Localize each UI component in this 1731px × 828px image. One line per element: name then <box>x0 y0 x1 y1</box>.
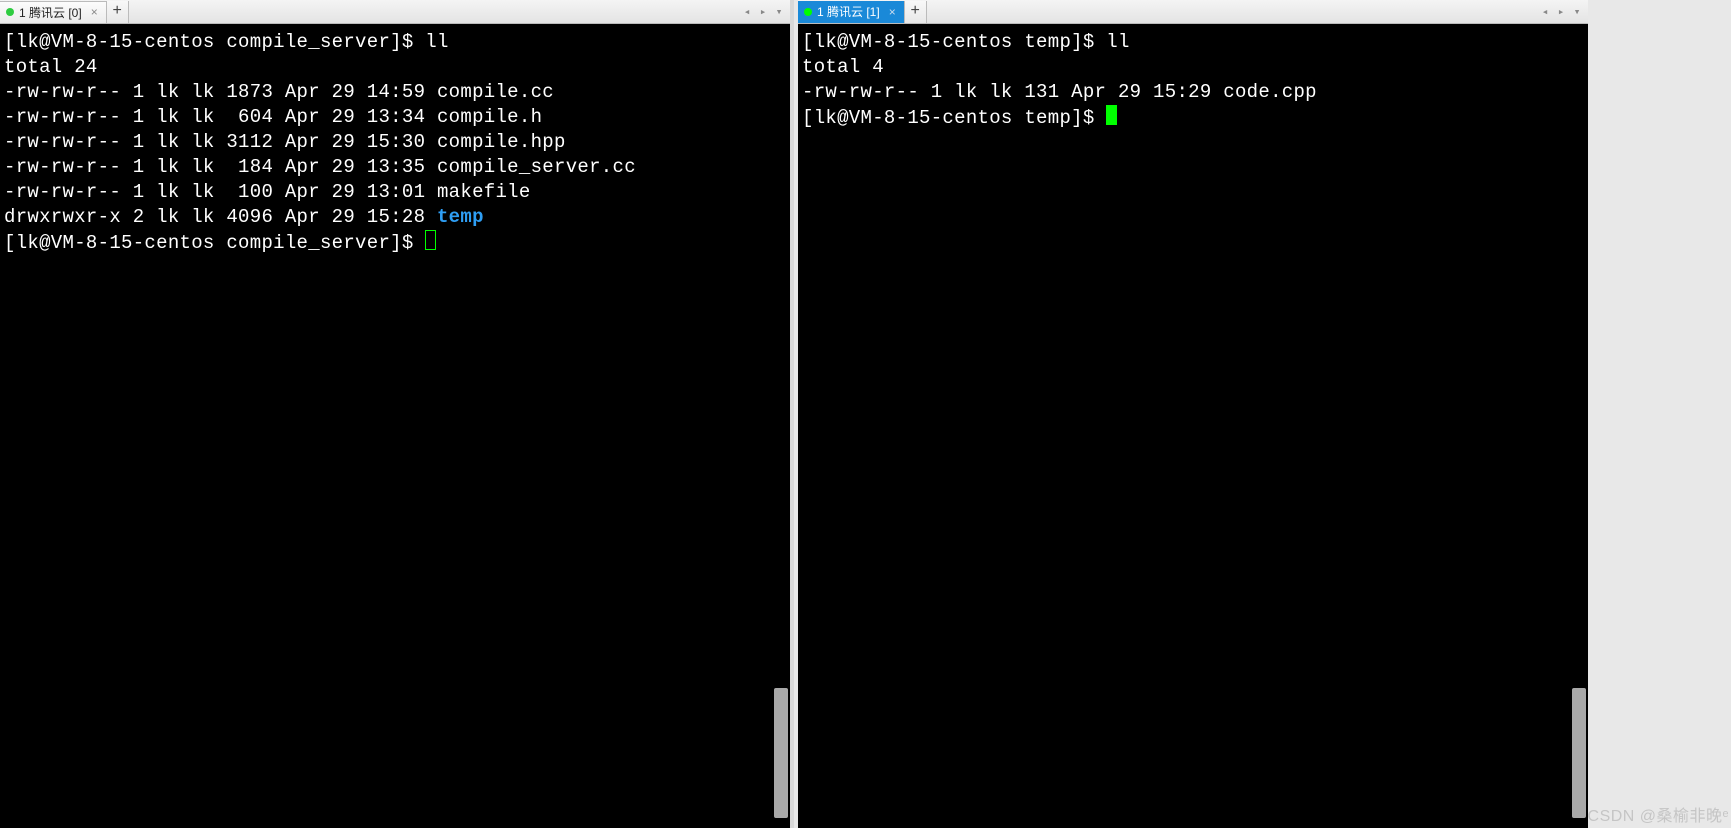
tab-menu-icon[interactable]: ▾ <box>772 5 786 19</box>
status-dot-icon <box>804 8 812 16</box>
terminal-line: total 24 <box>4 55 786 80</box>
terminal-text: [lk@VM-8-15-centos temp]$ <box>802 107 1106 129</box>
terminal-line: -rw-rw-r-- 1 lk lk 604 Apr 29 13:34 comp… <box>4 105 786 130</box>
tab-bar-right: 1 腾讯云 [1] × + ◂ ▸ ▾ <box>798 0 1588 24</box>
cursor-icon <box>1106 105 1117 125</box>
pane-splitter[interactable] <box>790 0 794 828</box>
close-icon[interactable]: × <box>889 5 896 19</box>
left-pane: 1 腾讯云 [0] × + ◂ ▸ ▾ [lk@VM-8-15-centos c… <box>0 0 790 828</box>
tab-menu-icon[interactable]: ▾ <box>1570 5 1584 19</box>
terminal-left[interactable]: [lk@VM-8-15-centos compile_server]$ ll to… <box>0 24 790 828</box>
terminal-text: [lk@VM-8-15-centos temp]$ ll <box>802 31 1130 53</box>
terminal-text: [lk@VM-8-15-centos compile_server]$ ll <box>4 31 449 53</box>
tab-nav-controls: ◂ ▸ ▾ <box>740 5 790 19</box>
terminal-line: drwxrwxr-x 2 lk lk 4096 Apr 29 15:28 tem… <box>4 205 786 230</box>
watermark: CSDN @桑榆非晚ᵉ <box>1588 802 1729 826</box>
terminal-text: total 24 <box>4 56 98 78</box>
directory-name: temp <box>437 206 484 228</box>
terminal-text: -rw-rw-r-- 1 lk lk 604 Apr 29 13:34 comp… <box>4 106 542 128</box>
terminal-line: -rw-rw-r-- 1 lk lk 131 Apr 29 15:29 code… <box>802 80 1584 105</box>
terminal-line: [lk@VM-8-15-centos temp]$ ll <box>802 30 1584 55</box>
tab-title: 1 腾讯云 [1] <box>817 3 880 20</box>
terminal-line: [lk@VM-8-15-centos compile_server]$ ll <box>4 30 786 55</box>
terminal-text: -rw-rw-r-- 1 lk lk 131 Apr 29 15:29 code… <box>802 81 1317 103</box>
tab-left-0[interactable]: 1 腾讯云 [0] × <box>0 1 107 23</box>
terminal-line: total 4 <box>802 55 1584 80</box>
prev-tab-icon[interactable]: ◂ <box>1538 5 1552 19</box>
terminal-line: -rw-rw-r-- 1 lk lk 3112 Apr 29 15:30 com… <box>4 130 786 155</box>
terminal-text: -rw-rw-r-- 1 lk lk 184 Apr 29 13:35 comp… <box>4 156 636 178</box>
right-pane: 1 腾讯云 [1] × + ◂ ▸ ▾ [lk@VM-8-15-centos t… <box>798 0 1588 828</box>
tab-nav-controls: ◂ ▸ ▾ <box>1538 5 1588 19</box>
scrollbar[interactable] <box>774 688 788 818</box>
tab-title: 1 腾讯云 [0] <box>19 4 82 21</box>
next-tab-icon[interactable]: ▸ <box>1554 5 1568 19</box>
terminal-line: -rw-rw-r-- 1 lk lk 1873 Apr 29 14:59 com… <box>4 80 786 105</box>
next-tab-icon[interactable]: ▸ <box>756 5 770 19</box>
terminal-line: -rw-rw-r-- 1 lk lk 184 Apr 29 13:35 comp… <box>4 155 786 180</box>
terminal-line: [lk@VM-8-15-centos compile_server]$ <box>4 230 786 256</box>
terminal-text: total 4 <box>802 56 884 78</box>
add-tab-button[interactable]: + <box>107 1 129 23</box>
prev-tab-icon[interactable]: ◂ <box>740 5 754 19</box>
tab-bar-left: 1 腾讯云 [0] × + ◂ ▸ ▾ <box>0 0 790 24</box>
scrollbar[interactable] <box>1572 688 1586 818</box>
terminal-text: -rw-rw-r-- 1 lk lk 100 Apr 29 13:01 make… <box>4 181 531 203</box>
terminal-line: -rw-rw-r-- 1 lk lk 100 Apr 29 13:01 make… <box>4 180 786 205</box>
terminal-text: [lk@VM-8-15-centos compile_server]$ <box>4 232 425 254</box>
terminal-text: drwxrwxr-x 2 lk lk 4096 Apr 29 15:28 <box>4 206 437 228</box>
tab-right-0[interactable]: 1 腾讯云 [1] × <box>798 1 905 23</box>
terminal-right[interactable]: [lk@VM-8-15-centos temp]$ ll total 4 -rw-r… <box>798 24 1588 828</box>
cursor-icon <box>425 230 436 250</box>
status-dot-icon <box>6 8 14 16</box>
terminal-text: -rw-rw-r-- 1 lk lk 1873 Apr 29 14:59 com… <box>4 81 554 103</box>
add-tab-button[interactable]: + <box>905 1 927 23</box>
terminal-text: -rw-rw-r-- 1 lk lk 3112 Apr 29 15:30 com… <box>4 131 566 153</box>
terminal-line: [lk@VM-8-15-centos temp]$ <box>802 105 1584 131</box>
close-icon[interactable]: × <box>91 5 98 19</box>
